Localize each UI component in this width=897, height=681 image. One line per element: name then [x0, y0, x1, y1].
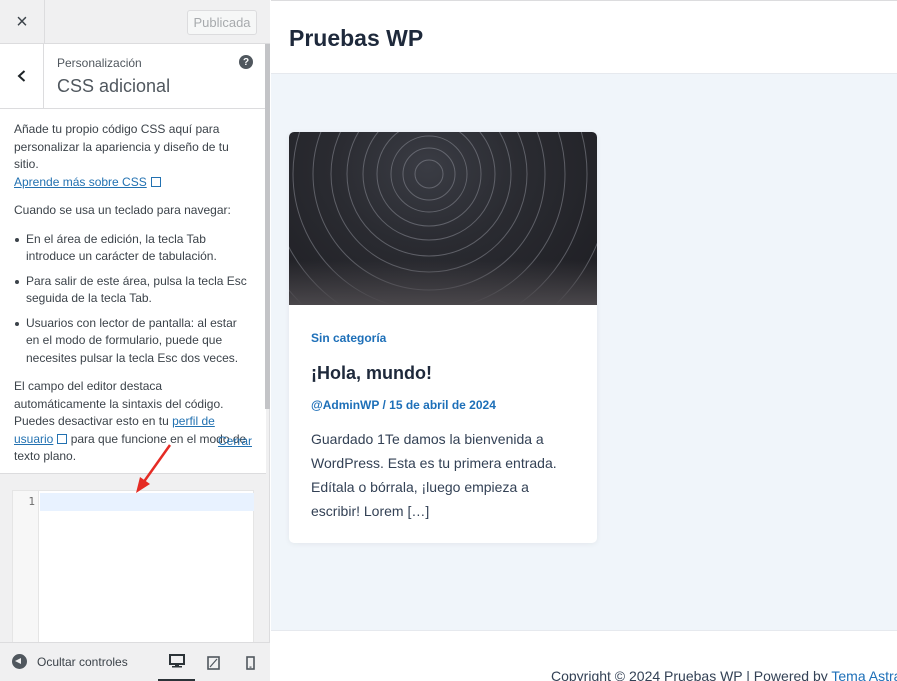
keyboard-tips-list: En el área de edición, la tecla Tab intr… — [14, 231, 252, 368]
css-code-editor[interactable]: 1 — [12, 490, 254, 642]
site-preview: Pruebas WP Sin categoría ¡Hola, mundo! @… — [271, 0, 897, 681]
breadcrumb: Personalización — [57, 56, 142, 70]
list-item: Usuarios con lector de pantalla: al esta… — [14, 315, 252, 368]
external-link-icon — [57, 433, 68, 444]
mobile-icon — [246, 655, 255, 670]
line-number: 1 — [28, 495, 35, 508]
active-editor-line[interactable] — [40, 493, 254, 511]
help-icon[interactable]: ? — [239, 55, 253, 69]
footer-copyright-text: Copyright © 2024 Pruebas WP | Powered by — [551, 668, 832, 681]
panel-scrollbar[interactable] — [265, 44, 270, 409]
customizer-panel: × Publicada Personalización CSS adiciona… — [0, 0, 270, 681]
hide-controls-button[interactable]: Ocultar controles — [12, 654, 128, 669]
published-button[interactable]: Publicada — [187, 10, 257, 35]
section-header: Personalización CSS adicional ? — [0, 44, 266, 109]
close-customizer-button[interactable]: × — [0, 0, 45, 44]
annotation-arrow-icon — [136, 444, 172, 493]
desc-keyboard: Cuando se usa un teclado para navegar: — [14, 203, 231, 217]
post-excerpt: Guardado 1Te damos la bienvenida a WordP… — [311, 431, 557, 519]
site-header: Pruebas WP — [271, 0, 897, 74]
list-item: Para salir de este área, pulsa la tecla … — [14, 273, 252, 308]
section-title: CSS adicional — [57, 76, 171, 96]
mobile-preview-button[interactable] — [232, 643, 269, 681]
desc-intro-text: Añade tu propio código CSS aquí para per… — [14, 122, 229, 171]
desktop-icon — [168, 654, 185, 668]
desc-highlight: El campo del editor destaca automáticame… — [14, 378, 252, 466]
css-description: Añade tu propio código CSS aquí para per… — [0, 109, 266, 474]
post-card: Sin categoría ¡Hola, mundo! @AdminWP / 1… — [289, 132, 597, 543]
site-title[interactable]: Pruebas WP — [289, 25, 423, 52]
post-category-link[interactable]: Sin categoría — [311, 331, 386, 345]
star-trails-image — [289, 132, 597, 305]
desktop-preview-button[interactable] — [158, 643, 195, 681]
site-footer: Copyright © 2024 Pruebas WP | Powered by… — [271, 630, 897, 681]
post-title[interactable]: ¡Hola, mundo! — [311, 363, 432, 384]
customizer-footer: Ocultar controles — [0, 642, 270, 681]
tablet-icon — [207, 655, 220, 670]
hide-controls-label: Ocultar controles — [37, 654, 128, 669]
customizer-topbar: × Publicada — [0, 0, 270, 44]
external-link-icon — [150, 176, 161, 187]
theme-link[interactable]: Tema Astra — [831, 668, 897, 681]
desc-intro: Añade tu propio código CSS aquí para per… — [14, 121, 252, 191]
chevron-left-icon — [17, 70, 25, 82]
back-button[interactable] — [0, 44, 44, 108]
learn-css-link[interactable]: Aprende más sobre CSS — [14, 175, 147, 189]
list-item: En el área de edición, la tecla Tab intr… — [14, 231, 252, 266]
editor-gutter: 1 — [13, 491, 39, 642]
footer-copyright: Copyright © 2024 Pruebas WP | Powered by… — [551, 668, 897, 681]
close-icon: × — [16, 10, 28, 33]
tablet-preview-button[interactable] — [195, 643, 232, 681]
post-featured-image[interactable] — [289, 132, 597, 305]
close-description-link[interactable]: Cerrar — [218, 433, 252, 451]
collapse-icon — [12, 654, 27, 669]
post-meta[interactable]: @AdminWP / 15 de abril de 2024 — [311, 398, 496, 412]
